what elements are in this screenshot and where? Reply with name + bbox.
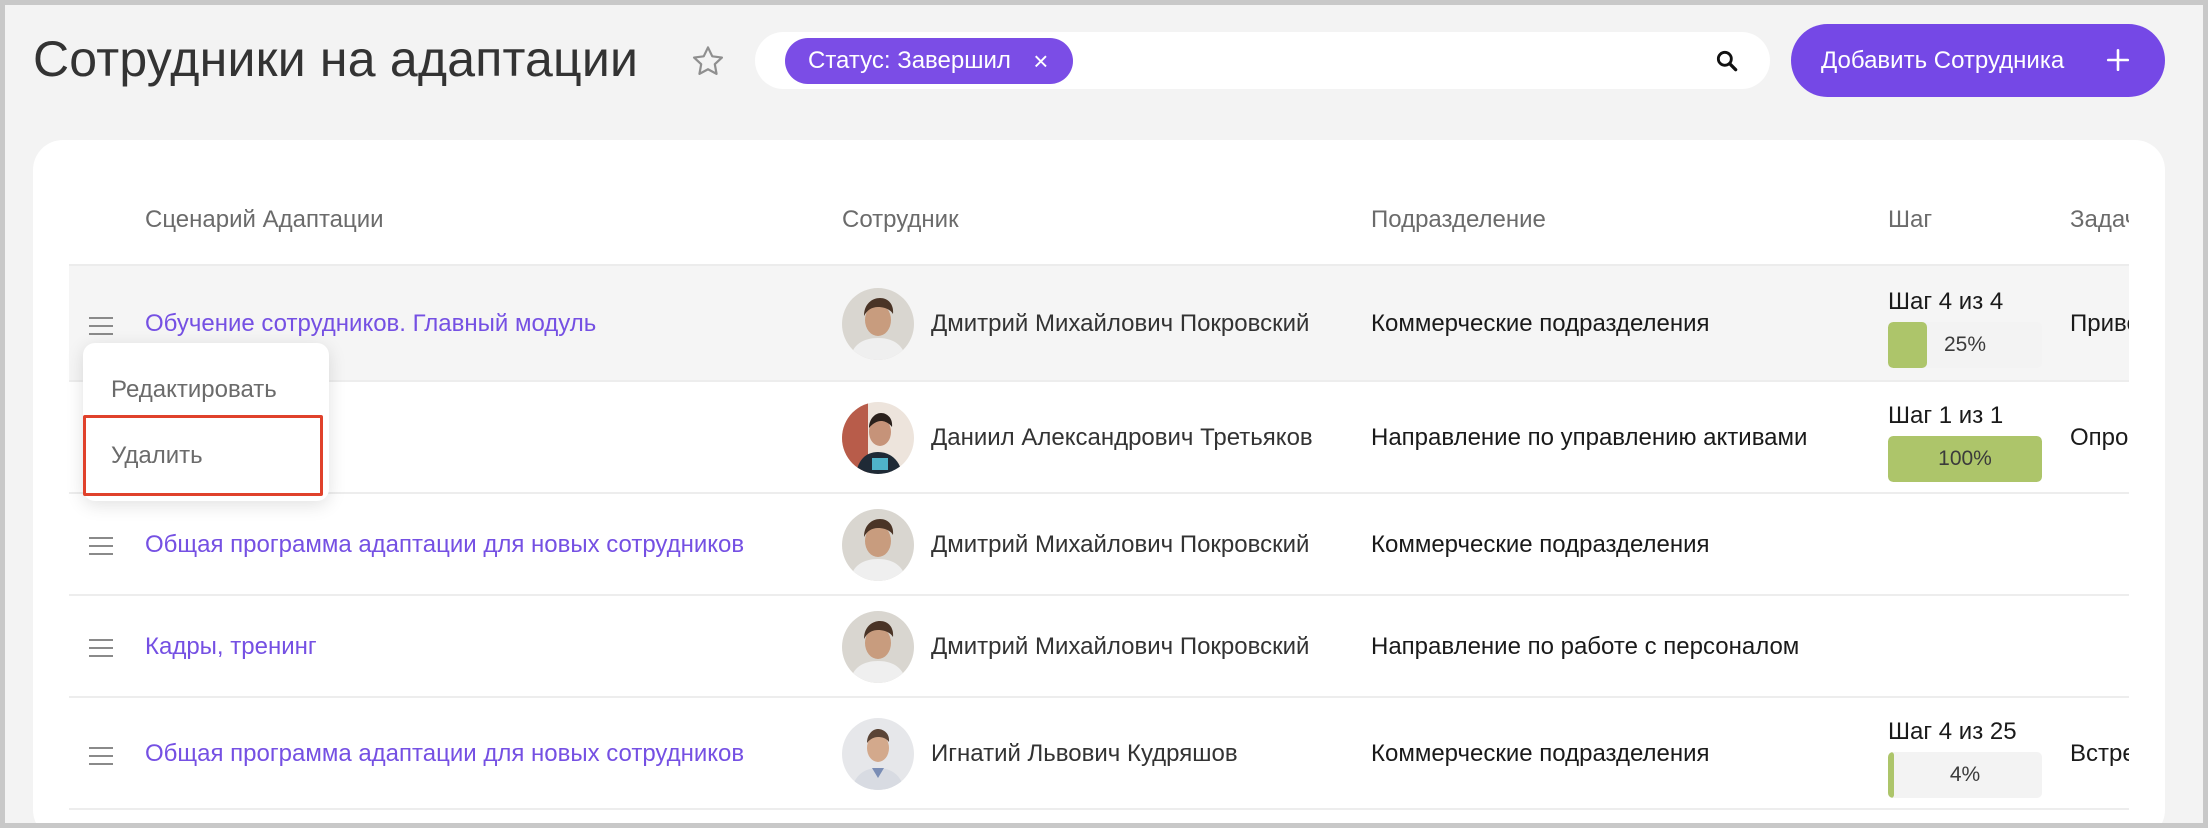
- page-title: Сотрудники на адаптации: [33, 31, 639, 87]
- column-header-task[interactable]: Задача: [2070, 206, 2129, 234]
- task-name[interactable]: Привет: [2070, 310, 2129, 338]
- drag-handle-icon[interactable]: [89, 747, 113, 765]
- employees-table: Сценарий Адаптации Сотрудник Подразделен…: [69, 140, 2129, 828]
- step-progress-label: 4%: [1949, 763, 1981, 786]
- column-header-step[interactable]: Шаг: [1888, 206, 1932, 234]
- task-name[interactable]: Опрос р: [2070, 424, 2129, 452]
- department-name: Направление по работе с персоналом: [1371, 633, 1800, 660]
- table-row[interactable]: Обучение сотрудников. Главный модуль Дми…: [69, 266, 2129, 382]
- employee-avatar: [842, 288, 914, 360]
- employee-avatar: [842, 611, 914, 683]
- employee-name[interactable]: Дмитрий Михайлович Покровский: [931, 310, 1309, 338]
- step-progress-bar: 100%: [1888, 436, 2042, 482]
- employee-avatar: [842, 402, 914, 474]
- table-row[interactable]: Общая программа адаптации для новых сотр…: [69, 698, 2129, 810]
- menu-item-edit[interactable]: Редактировать: [111, 376, 277, 404]
- status-filter-chip[interactable]: Статус: Завершил ×: [785, 38, 1073, 84]
- department-name: Коммерческие подразделения: [1371, 531, 1710, 558]
- employee-name[interactable]: Дмитрий Михайлович Покровский: [931, 531, 1309, 559]
- step-progress-bar: 25%: [1888, 322, 2042, 368]
- step-label: Шаг 1 из 1: [1888, 402, 2004, 429]
- column-header-scenario[interactable]: Сценарий Адаптации: [145, 206, 384, 234]
- scenario-link[interactable]: Обучение сотрудников. Главный модуль: [145, 310, 596, 338]
- step-progress-label: 25%: [1943, 333, 1987, 356]
- column-header-employee[interactable]: Сотрудник: [842, 206, 959, 234]
- employee-name[interactable]: Игнатий Львович Кудряшов: [931, 740, 1238, 768]
- delete-highlight-box: [83, 415, 323, 496]
- employee-avatar: [842, 509, 914, 581]
- step-label: Шаг 4 из 4: [1888, 288, 2004, 315]
- task-name[interactable]: Встреча: [2070, 740, 2129, 768]
- column-header-department[interactable]: Подразделение: [1371, 206, 1546, 234]
- search-icon[interactable]: [1714, 48, 1740, 74]
- status-filter-label: Статус: Завершил: [808, 47, 1011, 74]
- scenario-link[interactable]: Общая программа адаптации для новых сотр…: [145, 531, 744, 559]
- plus-icon: [2106, 48, 2130, 72]
- department-name: Коммерческие подразделения: [1371, 740, 1710, 767]
- scenario-link[interactable]: Кадры, тренинг: [145, 633, 317, 661]
- drag-handle-icon[interactable]: [89, 639, 113, 657]
- step-progress-bar: 4%: [1888, 752, 2042, 798]
- step-label: Шаг 4 из 25: [1888, 718, 2017, 745]
- employee-name[interactable]: Дмитрий Михайлович Покровский: [931, 633, 1309, 661]
- scenario-link[interactable]: Общая программа адаптации для новых сотр…: [145, 740, 744, 768]
- chip-close-icon[interactable]: ×: [1023, 38, 1059, 84]
- add-employee-label: Добавить Сотрудника: [1821, 47, 2065, 74]
- search-bar[interactable]: Статус: Завершил ×: [755, 32, 1770, 89]
- favorite-star-icon[interactable]: [689, 43, 727, 81]
- drag-handle-icon[interactable]: [89, 537, 113, 555]
- table-row[interactable]: Даниил Александрович Третьяков Направлен…: [69, 382, 2129, 494]
- add-employee-button[interactable]: Добавить Сотрудника: [1791, 24, 2165, 97]
- employee-name[interactable]: Даниил Александрович Третьяков: [931, 424, 1313, 452]
- step-progress-label: 100%: [1938, 447, 1992, 470]
- table-row[interactable]: Общая программа адаптации для новых сотр…: [69, 494, 2129, 596]
- table-row[interactable]: Кадры, тренинг Дмитрий Михайлович Покров…: [69, 596, 2129, 698]
- employees-table-card: Сценарий Адаптации Сотрудник Подразделен…: [33, 140, 2165, 828]
- department-name: Коммерческие подразделения: [1371, 310, 1710, 337]
- employee-avatar: [842, 718, 914, 790]
- department-name: Направление по управлению активами: [1371, 424, 1808, 451]
- drag-handle-icon[interactable]: [89, 317, 113, 335]
